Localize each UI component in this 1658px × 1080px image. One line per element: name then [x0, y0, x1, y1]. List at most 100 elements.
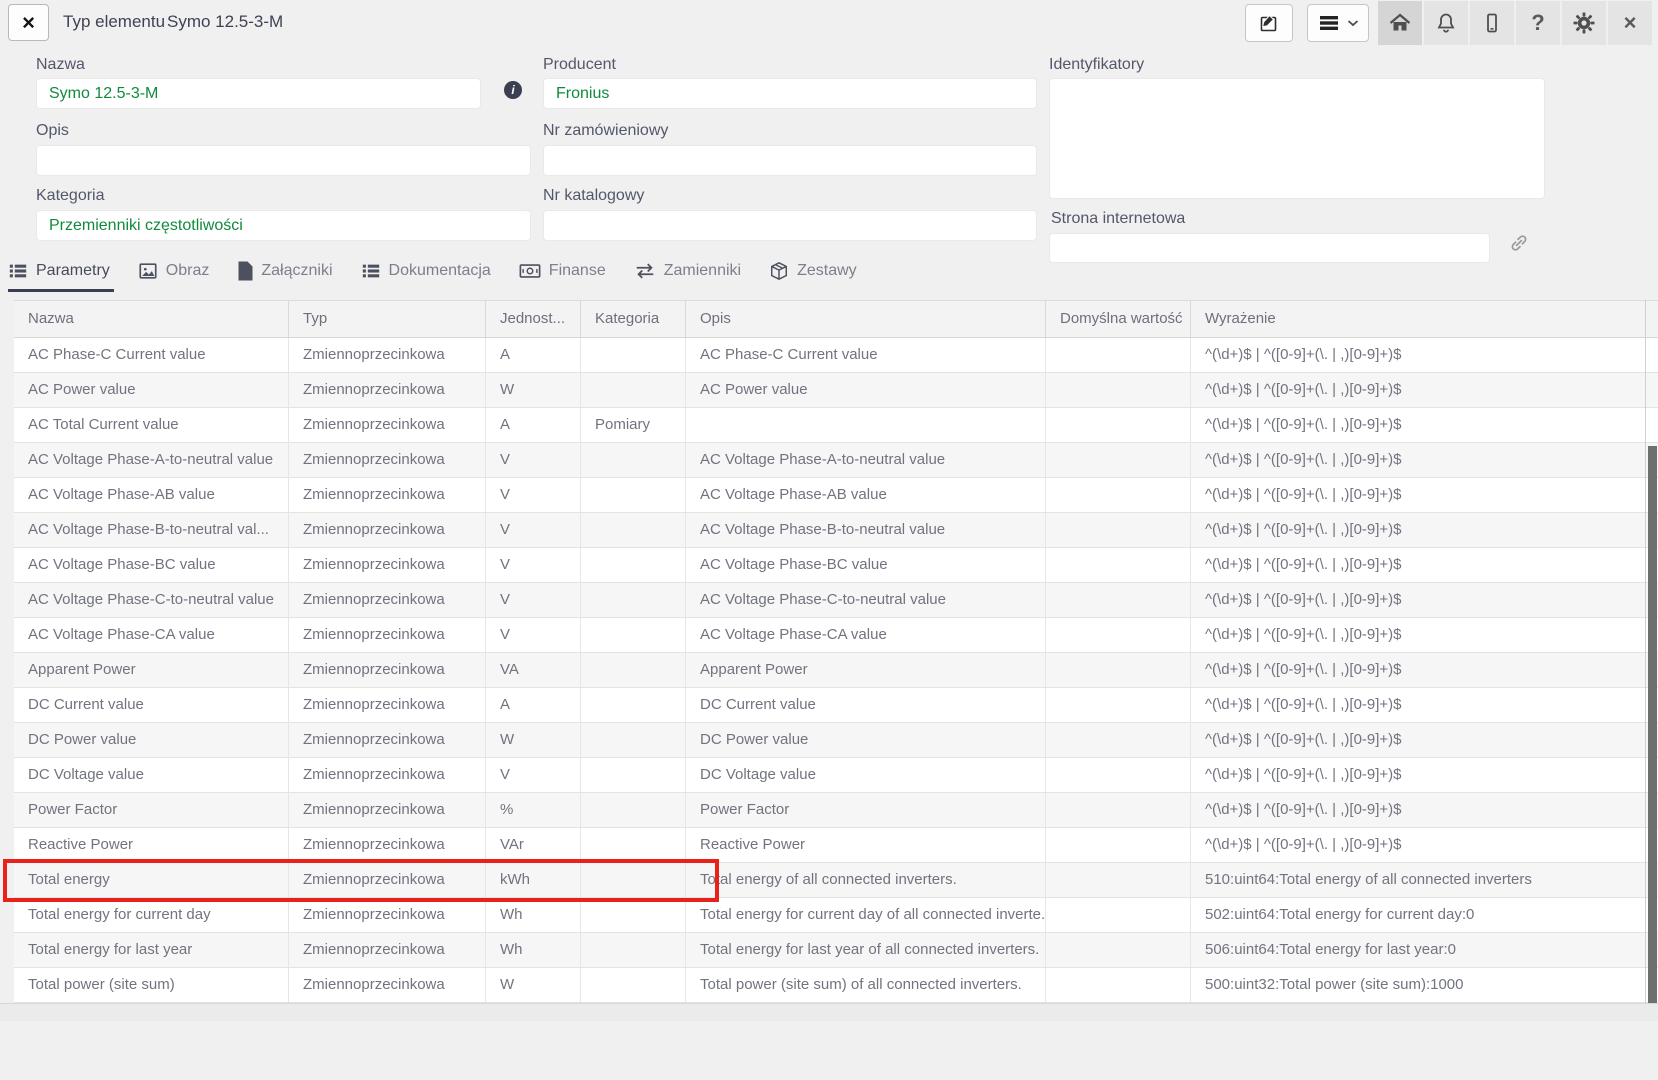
cell-name: AC Phase-C Current value — [14, 338, 289, 372]
edit-button[interactable] — [1245, 4, 1293, 42]
list-icon — [361, 261, 381, 281]
tab-parametry[interactable]: Parametry — [8, 252, 114, 292]
column-header-nazwa[interactable]: Nazwa — [14, 301, 289, 337]
cell-desc: Reactive Power — [686, 828, 1046, 862]
cell-expression: ^(\d+)$ | ^([0-9]+(\. | ,)[0-9]+)$ — [1191, 338, 1644, 372]
table-row[interactable]: Total energy for current dayZmiennoprzec… — [14, 898, 1658, 933]
vertical-scrollbar-thumb[interactable] — [1648, 446, 1657, 1003]
tab-zestawy[interactable]: Zestawy — [769, 252, 861, 292]
cell-type: Zmiennoprzecinkowa — [289, 478, 486, 512]
chevron-down-icon — [1347, 19, 1359, 27]
close-icon: × — [22, 10, 35, 36]
cell-expression: 506:uint64:Total energy for last year:0 — [1191, 933, 1644, 967]
nazwa-input[interactable] — [36, 78, 481, 109]
close-app-button[interactable]: × — [1608, 1, 1652, 45]
home-button[interactable] — [1378, 1, 1422, 45]
table-row[interactable]: AC Total Current valueZmiennoprzecinkowa… — [14, 408, 1658, 443]
cell-category — [581, 653, 686, 687]
help-button[interactable]: ? — [1516, 1, 1560, 45]
cell-expression: ^(\d+)$ | ^([0-9]+(\. | ,)[0-9]+)$ — [1191, 443, 1644, 477]
column-header-domyslna[interactable]: Domyślna wartość — [1046, 301, 1191, 337]
table-row[interactable]: AC Voltage Phase-CA valueZmiennoprzecink… — [14, 618, 1658, 653]
cell-unit: Wh — [486, 933, 581, 967]
cell-category — [581, 968, 686, 1002]
identyfikatory-textarea[interactable] — [1049, 78, 1545, 199]
info-icon[interactable]: i — [504, 81, 522, 99]
column-header-wyrazenie[interactable]: Wyrażenie — [1191, 301, 1644, 337]
cell-desc: Total energy for last year of all connec… — [686, 933, 1046, 967]
question-icon: ? — [1531, 10, 1544, 36]
tab-obraz[interactable]: Obraz — [138, 252, 214, 292]
tab-załączniki[interactable]: Załączniki — [237, 252, 336, 292]
table-row[interactable]: DC Voltage valueZmiennoprzecinkowaVDC Vo… — [14, 758, 1658, 793]
cell-type: Zmiennoprzecinkowa — [289, 338, 486, 372]
cell-expression: ^(\d+)$ | ^([0-9]+(\. | ,)[0-9]+)$ — [1191, 793, 1644, 827]
horizontal-scrollbar-track[interactable] — [0, 1003, 1658, 1021]
tab-dokumentacja[interactable]: Dokumentacja — [361, 252, 495, 292]
table-row[interactable]: AC Phase-C Current valueZmiennoprzecinko… — [14, 338, 1658, 373]
cell-default — [1046, 933, 1191, 967]
page-subtitle: Symo 12.5-3-M — [167, 12, 283, 32]
close-window-button[interactable]: × — [8, 4, 49, 41]
table-row[interactable]: DC Power valueZmiennoprzecinkowaWDC Powe… — [14, 723, 1658, 758]
table-header: Nazwa Typ Jednost... Kategoria Opis Domy… — [14, 300, 1658, 338]
kategoria-input[interactable] — [36, 210, 531, 241]
cell-desc: Power Factor — [686, 793, 1046, 827]
column-header-typ[interactable]: Typ — [289, 301, 486, 337]
table-right-border — [1645, 300, 1646, 1003]
cell-expression: ^(\d+)$ | ^([0-9]+(\. | ,)[0-9]+)$ — [1191, 723, 1644, 757]
nr-zamowieniowy-input[interactable] — [543, 145, 1037, 176]
cell-type: Zmiennoprzecinkowa — [289, 793, 486, 827]
cell-name: DC Current value — [14, 688, 289, 722]
notifications-button[interactable] — [1424, 1, 1468, 45]
opis-input[interactable] — [36, 145, 531, 176]
cell-expression: ^(\d+)$ | ^([0-9]+(\. | ,)[0-9]+)$ — [1191, 513, 1644, 547]
table-row[interactable]: Power FactorZmiennoprzecinkowa%Power Fac… — [14, 793, 1658, 828]
cell-desc: Total energy of all connected inverters. — [686, 863, 1046, 897]
table-row[interactable]: AC Voltage Phase-BC valueZmiennoprzecink… — [14, 548, 1658, 583]
link-icon[interactable] — [1508, 232, 1530, 254]
table-row[interactable]: Total power (site sum)Zmiennoprzecinkowa… — [14, 968, 1658, 1003]
edit-icon — [1258, 12, 1280, 34]
cell-type: Zmiennoprzecinkowa — [289, 583, 486, 617]
cell-unit: W — [486, 968, 581, 1002]
cell-category — [581, 828, 686, 862]
cell-type: Zmiennoprzecinkowa — [289, 373, 486, 407]
settings-button[interactable] — [1562, 1, 1606, 45]
table-row[interactable]: AC Voltage Phase-B-to-neutral val...Zmie… — [14, 513, 1658, 548]
table-row[interactable]: Total energy for last yearZmiennoprzecin… — [14, 933, 1658, 968]
column-header-kategoria[interactable]: Kategoria — [581, 301, 686, 337]
table-row[interactable]: DC Current valueZmiennoprzecinkowaADC Cu… — [14, 688, 1658, 723]
cell-unit: VA — [486, 653, 581, 687]
cell-expression: ^(\d+)$ | ^([0-9]+(\. | ,)[0-9]+)$ — [1191, 618, 1644, 652]
menu-button[interactable] — [1307, 4, 1369, 42]
cell-category — [581, 513, 686, 547]
column-header-opis[interactable]: Opis — [686, 301, 1046, 337]
cell-name: Total power (site sum) — [14, 968, 289, 1002]
cell-default — [1046, 373, 1191, 407]
table-row[interactable]: AC Voltage Phase-AB valueZmiennoprzecink… — [14, 478, 1658, 513]
cell-expression: ^(\d+)$ | ^([0-9]+(\. | ,)[0-9]+)$ — [1191, 583, 1644, 617]
field-label-identyfikatory: Identyfikatory — [1049, 56, 1144, 74]
tab-zamienniki[interactable]: Zamienniki — [634, 252, 745, 292]
producent-input[interactable] — [543, 78, 1037, 109]
cell-unit: V — [486, 548, 581, 582]
table-row[interactable]: AC Power valueZmiennoprzecinkowaWAC Powe… — [14, 373, 1658, 408]
table-row[interactable]: AC Voltage Phase-A-to-neutral valueZmien… — [14, 443, 1658, 478]
cell-category — [581, 863, 686, 897]
table-row[interactable]: AC Voltage Phase-C-to-neutral valueZmien… — [14, 583, 1658, 618]
cell-default — [1046, 653, 1191, 687]
cell-type: Zmiennoprzecinkowa — [289, 828, 486, 862]
table-row-highlighted[interactable]: Total energyZmiennoprzecinkowakWhTotal e… — [14, 863, 1658, 898]
table-row[interactable]: Apparent PowerZmiennoprzecinkowaVAAppare… — [14, 653, 1658, 688]
cell-default — [1046, 408, 1191, 442]
cell-unit: V — [486, 443, 581, 477]
mobile-button[interactable] — [1470, 1, 1514, 45]
column-header-jednostka[interactable]: Jednost... — [486, 301, 581, 337]
table-row[interactable]: Reactive PowerZmiennoprzecinkowaVArReact… — [14, 828, 1658, 863]
tab-finanse[interactable]: Finanse — [519, 252, 610, 292]
nr-katalogowy-input[interactable] — [543, 210, 1037, 241]
strona-internetowa-input[interactable] — [1049, 233, 1490, 263]
cell-name: Reactive Power — [14, 828, 289, 862]
field-label-strona-internetowa: Strona internetowa — [1051, 210, 1185, 228]
